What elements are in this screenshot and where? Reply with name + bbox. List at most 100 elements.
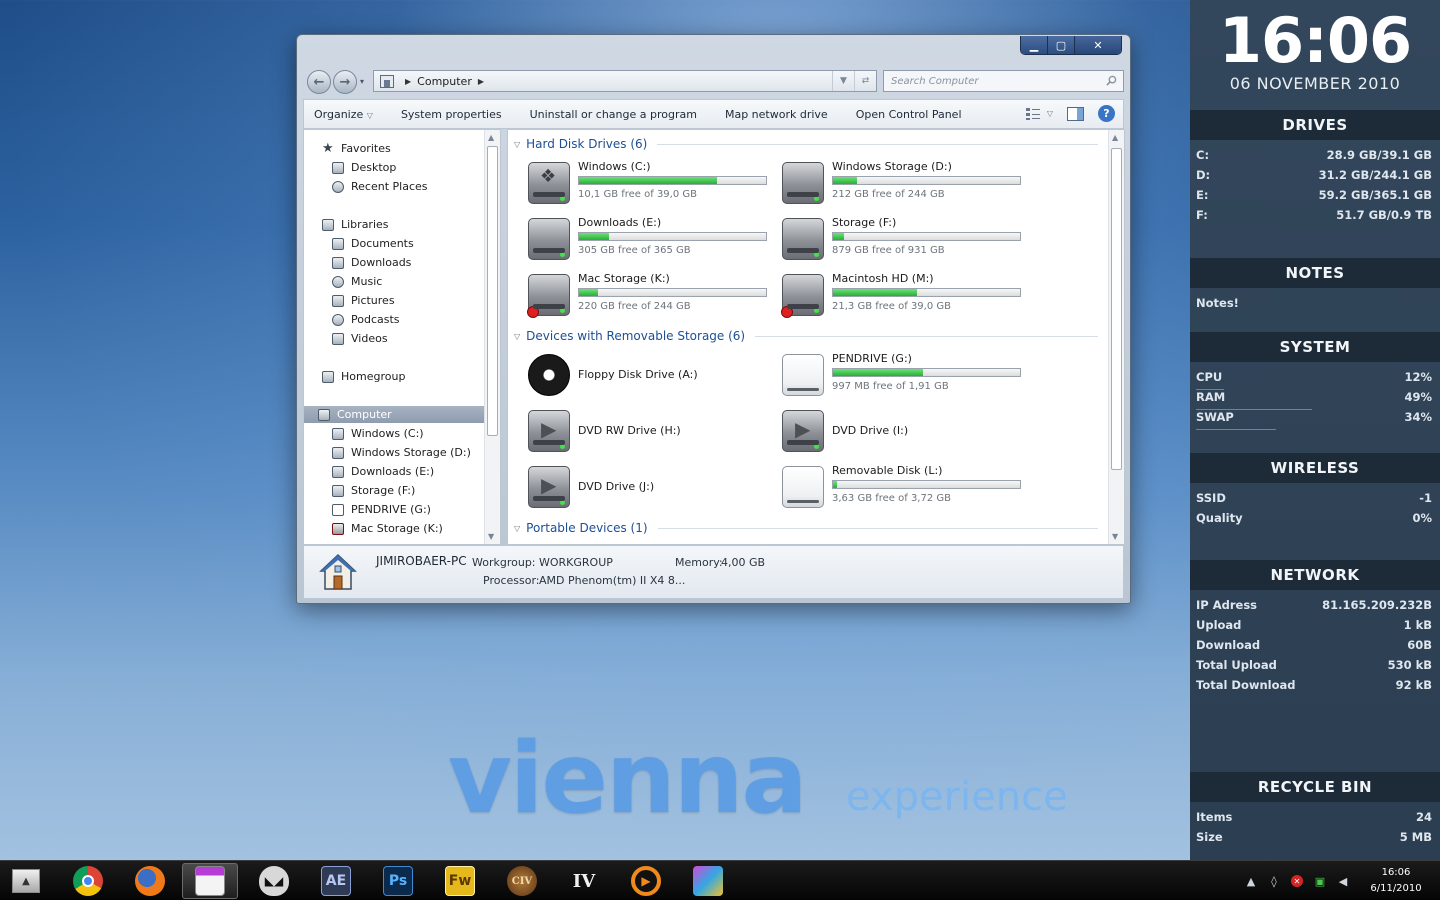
notes-text[interactable]: Notes! <box>1196 296 1432 314</box>
workgroup-value: WORKGROUP <box>539 556 613 569</box>
nav-computer[interactable]: Computer <box>304 406 484 423</box>
taskbar-package[interactable] <box>680 863 736 899</box>
taskbar-media-player[interactable]: ▶ <box>618 863 674 899</box>
recent-places-icon <box>332 180 344 193</box>
organize-button[interactable]: Organize ▽ <box>314 108 373 121</box>
open-control-panel-button[interactable]: Open Control Panel <box>856 108 962 121</box>
volume-icon[interactable]: ◀ <box>1337 875 1349 888</box>
after-effects-icon: AE <box>321 866 351 896</box>
nav-videos[interactable]: Videos <box>332 330 388 347</box>
nav-scrollbar[interactable]: ▲ ▼ <box>484 130 500 544</box>
network-icon[interactable]: ▣ <box>1314 875 1326 888</box>
drive-tile-l[interactable]: Removable Disk (L:) 3,63 GB free of 3,72… <box>782 464 1032 512</box>
system-properties-button[interactable]: System properties <box>401 108 502 121</box>
nav-drive-c[interactable]: Windows (C:) <box>332 425 424 442</box>
error-icon[interactable]: ✕ <box>1291 875 1303 887</box>
group-portable-devices[interactable]: ▽ Portable Devices (1) <box>514 519 1098 537</box>
alien-icon: ◣◢ <box>259 866 289 896</box>
nav-desktop[interactable]: Desktop <box>332 159 396 176</box>
explorer-window[interactable]: ▁ ▢ ✕ ← → ▾ ▶ Computer ▶ ▼ ⇄ Search Comp… <box>296 34 1131 604</box>
scroll-down-icon[interactable]: ▼ <box>488 532 494 541</box>
taskbar-explorer[interactable] <box>182 863 238 899</box>
drive-tile-h[interactable]: DVD RW Drive (H:) <box>528 408 778 456</box>
preview-pane-icon[interactable] <box>1067 106 1084 121</box>
scroll-up-icon[interactable]: ▲ <box>1112 133 1118 142</box>
taskbar-firefox[interactable] <box>122 863 178 899</box>
nav-downloads[interactable]: Downloads <box>332 254 411 271</box>
address-bar[interactable]: ▶ Computer ▶ ▼ ⇄ <box>373 70 877 92</box>
nav-drive-e[interactable]: Downloads (E:) <box>332 463 434 480</box>
group-removable-storage[interactable]: ▽ Devices with Removable Storage (6) <box>514 327 1098 345</box>
chevron-right-icon[interactable]: ▶ <box>405 77 411 86</box>
nav-music[interactable]: Music <box>332 273 382 290</box>
drive-tile-k[interactable]: Mac Storage (K:) 220 GB free of 244 GB <box>527 272 778 320</box>
map-network-drive-button[interactable]: Map network drive <box>725 108 828 121</box>
drive-tile-g[interactable]: PENDRIVE (G:) 997 MB free of 1,91 GB <box>782 352 1032 400</box>
nav-pictures[interactable]: Pictures <box>332 292 395 309</box>
drive-tile-i[interactable]: DVD Drive (I:) <box>782 408 1032 456</box>
drive-tile-a[interactable]: Floppy Disk Drive (A:) <box>528 352 778 400</box>
drive-tile-f[interactable]: Storage (F:) 879 GB free of 931 GB <box>782 216 1032 264</box>
nav-favorites[interactable]: ★ Favorites <box>322 140 391 157</box>
taskbar-clock[interactable]: 16:06 6/11/2010 <box>1366 865 1426 897</box>
drive-tile-d[interactable]: Windows Storage (D:) 212 GB free of 244 … <box>782 160 1032 208</box>
collapse-icon[interactable]: ▽ <box>514 524 520 533</box>
navigation-pane: ★ Favorites Desktop Recent Places Librari… <box>303 129 501 545</box>
drive-tile-j[interactable]: DVD Drive (J:) <box>528 464 778 512</box>
nav-documents[interactable]: Documents <box>332 235 414 252</box>
search-input[interactable]: Search Computer <box>883 70 1124 92</box>
scroll-up-icon[interactable]: ▲ <box>488 133 494 142</box>
help-icon[interactable]: ? <box>1098 105 1115 122</box>
vienna-logo: vienna experience <box>448 722 1068 836</box>
show-hidden-icons[interactable]: ▲ <box>1245 875 1257 888</box>
taskbar-alien[interactable]: ◣◢ <box>246 863 302 899</box>
forward-button[interactable]: → <box>333 70 357 94</box>
nav-podcasts[interactable]: Podcasts <box>332 311 400 328</box>
chevron-right-icon[interactable]: ▶ <box>478 77 484 86</box>
nav-drive-d[interactable]: Windows Storage (D:) <box>332 444 471 461</box>
scroll-thumb[interactable] <box>487 146 498 436</box>
collapse-icon[interactable]: ▽ <box>514 332 520 341</box>
view-dropdown-icon[interactable]: ▽ <box>1047 109 1053 118</box>
scroll-down-icon[interactable]: ▼ <box>1112 532 1118 541</box>
dvd-drive-icon <box>528 466 570 508</box>
wireless-row: Quality 0% <box>1196 511 1432 525</box>
taskbar-after-effects[interactable]: AE <box>308 863 364 899</box>
recycle-row: Size 5 MB <box>1196 830 1432 844</box>
taskbar-chrome[interactable] <box>60 863 116 899</box>
computer-icon <box>318 408 330 421</box>
collapse-icon[interactable]: ▽ <box>514 140 520 149</box>
downloads-icon <box>332 256 344 269</box>
drive-tile-e[interactable]: Downloads (E:) 305 GB free of 365 GB <box>528 216 778 264</box>
recent-pages-dropdown[interactable]: ▾ <box>360 77 364 86</box>
minimize-button[interactable]: ▁ <box>1021 36 1048 54</box>
nav-drive-k[interactable]: Mac Storage (K:) <box>332 520 443 537</box>
search-icon[interactable] <box>1106 75 1117 86</box>
nav-libraries[interactable]: Libraries <box>322 216 389 233</box>
breadcrumb-computer[interactable]: Computer <box>417 75 472 88</box>
star-icon: ★ <box>322 140 334 156</box>
taskbar-civ[interactable]: CIV <box>494 863 550 899</box>
scroll-thumb[interactable] <box>1111 148 1122 470</box>
content-scrollbar[interactable]: ▲ ▼ <box>1108 130 1124 544</box>
view-options-icon[interactable] <box>1025 107 1041 121</box>
nav-drive-g[interactable]: PENDRIVE (G:) <box>332 501 431 518</box>
group-hard-disk-drives[interactable]: ▽ Hard Disk Drives (6) <box>514 135 1098 153</box>
nav-drive-f[interactable]: Storage (F:) <box>332 482 415 499</box>
drive-tile-c[interactable]: Windows (C:) 10,1 GB free of 39,0 GB <box>528 160 778 208</box>
nav-recent-places[interactable]: Recent Places <box>332 178 428 195</box>
uninstall-program-button[interactable]: Uninstall or change a program <box>530 108 697 121</box>
taskbar-photoshop[interactable]: Ps <box>370 863 426 899</box>
back-button[interactable]: ← <box>307 70 331 94</box>
taskbar-fireworks[interactable]: Fw <box>432 863 488 899</box>
droplet-icon[interactable]: ◊ <box>1268 875 1280 888</box>
maximize-button[interactable]: ▢ <box>1048 36 1075 54</box>
start-button[interactable]: ▲ <box>12 869 40 893</box>
address-dropdown[interactable]: ▼ <box>832 71 854 91</box>
refresh-icon[interactable]: ⇄ <box>854 71 876 91</box>
nav-homegroup[interactable]: Homegroup <box>322 368 405 385</box>
pictures-icon <box>332 294 344 307</box>
close-button[interactable]: ✕ <box>1075 36 1121 54</box>
taskbar-gta-iv[interactable]: IV <box>556 863 612 899</box>
drive-tile-m[interactable]: Macintosh HD (M:) 21,3 GB free of 39,0 G… <box>781 272 1032 320</box>
